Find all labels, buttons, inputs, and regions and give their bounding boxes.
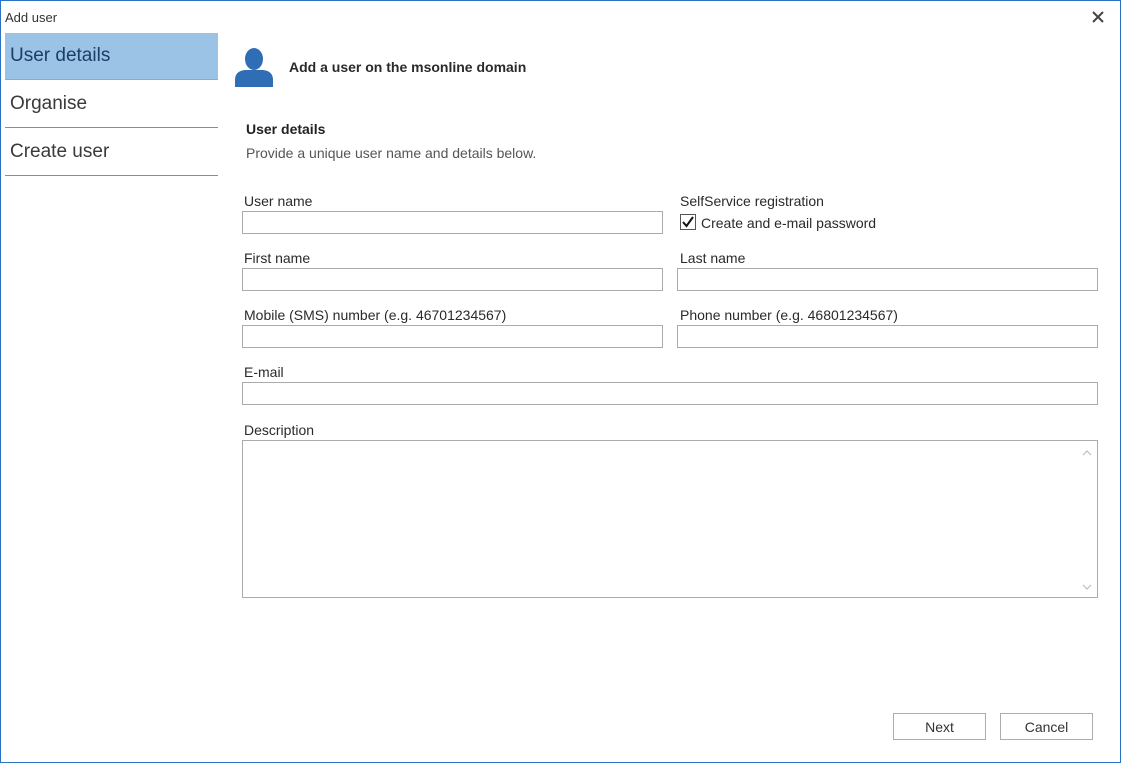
- create-email-password-checkbox[interactable]: [680, 214, 696, 230]
- first-name-label: First name: [244, 250, 311, 266]
- last-name-field[interactable]: [677, 268, 1098, 291]
- chevron-up-icon: [1082, 450, 1092, 456]
- description-field[interactable]: [242, 440, 1098, 598]
- title-bar: Add user: [1, 1, 1120, 33]
- last-name-label: Last name: [680, 250, 746, 266]
- scroll-up-button[interactable]: [1081, 447, 1093, 459]
- phone-field[interactable]: [677, 325, 1098, 348]
- chevron-down-icon: [1082, 584, 1092, 590]
- sidebar-item-create-user[interactable]: Create user: [5, 128, 218, 176]
- mobile-field[interactable]: [242, 325, 663, 348]
- phone-label: Phone number (e.g. 46801234567): [680, 307, 898, 323]
- add-user-dialog: Add user User details Organise Create us…: [0, 0, 1121, 763]
- selfservice-label: SelfService registration: [680, 193, 824, 209]
- close-button[interactable]: [1087, 6, 1109, 28]
- page-title: Add a user on the msonline domain: [289, 59, 527, 75]
- email-label: E-mail: [244, 364, 284, 380]
- mobile-label: Mobile (SMS) number (e.g. 46701234567): [244, 307, 507, 323]
- section-description: Provide a unique user name and details b…: [246, 145, 537, 161]
- username-label: User name: [244, 193, 313, 209]
- section-title: User details: [246, 121, 326, 137]
- description-label: Description: [244, 422, 315, 438]
- username-field[interactable]: [242, 211, 663, 234]
- close-icon: [1092, 11, 1104, 23]
- checkmark-icon: [682, 216, 694, 228]
- sidebar-item-user-details[interactable]: User details: [5, 33, 218, 80]
- sidebar-item-organise[interactable]: Organise: [5, 80, 218, 128]
- cancel-button[interactable]: Cancel: [1000, 713, 1093, 740]
- sidebar: User details Organise Create user: [5, 33, 218, 176]
- email-field[interactable]: [242, 382, 1098, 405]
- create-email-password-label: Create and e-mail password: [701, 215, 877, 231]
- window-title: Add user: [5, 10, 58, 25]
- user-icon: [235, 48, 273, 87]
- scroll-down-button[interactable]: [1081, 581, 1093, 593]
- first-name-field[interactable]: [242, 268, 663, 291]
- next-button[interactable]: Next: [893, 713, 986, 740]
